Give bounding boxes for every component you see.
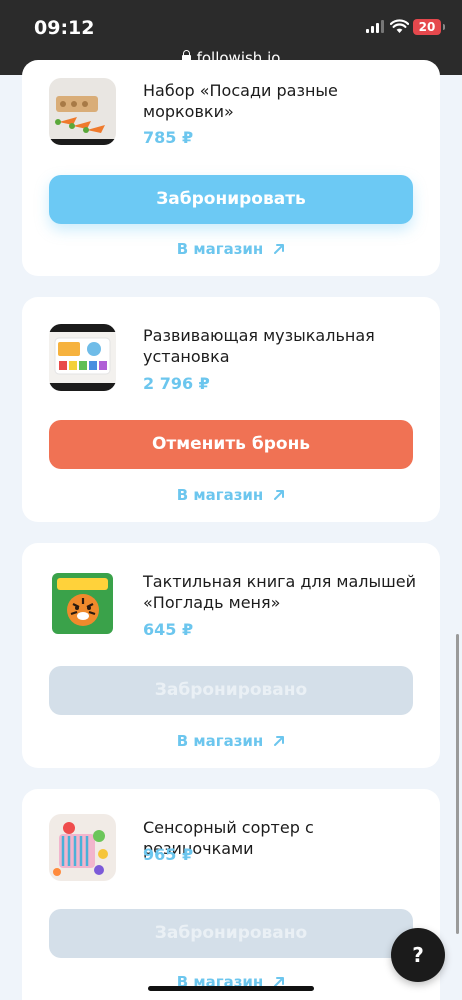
carrot-toy-image	[49, 78, 116, 145]
product-price: 2 796 ₽	[143, 374, 210, 393]
book-image	[49, 570, 116, 637]
product-card: Набор «Посади разные морковки» 785 ₽ Заб…	[22, 60, 440, 276]
shop-link-label: В магазин	[176, 240, 264, 258]
product-card: Сенсорный сортер с резиночками 965 ₽ Заб…	[22, 789, 440, 1000]
arrow-up-right-icon	[274, 490, 285, 500]
product-title[interactable]: Развивающая музыкальная установка	[143, 325, 423, 367]
scrollbar[interactable]	[456, 634, 459, 934]
shop-link[interactable]: В магазин	[22, 486, 440, 504]
battery-indicator: 20	[413, 19, 445, 35]
product-price: 645 ₽	[143, 620, 194, 639]
reserved-button[interactable]: Забронировано	[49, 909, 413, 958]
product-title[interactable]: Набор «Посади разные морковки»	[143, 80, 423, 122]
product-price: 785 ₽	[143, 128, 194, 147]
help-button[interactable]: ?	[391, 928, 445, 982]
sorter-toy-image	[49, 814, 116, 881]
arrow-up-right-icon	[274, 736, 285, 746]
wifi-icon	[390, 19, 409, 33]
arrow-up-right-icon	[274, 244, 285, 254]
music-toy-image	[49, 324, 116, 391]
reserved-button[interactable]: Забронировано	[49, 666, 413, 715]
shop-link-label: В магазин	[176, 486, 264, 504]
cellular-signal-icon	[366, 20, 384, 33]
reserve-button[interactable]: Забронировать	[49, 175, 413, 224]
shop-link[interactable]: В магазин	[22, 732, 440, 750]
product-price: 965 ₽	[143, 845, 194, 864]
shop-link[interactable]: В магазин	[22, 240, 440, 258]
status-time: 09:12	[34, 17, 95, 39]
home-indicator[interactable]	[148, 986, 314, 991]
cancel-reservation-button[interactable]: Отменить бронь	[49, 420, 413, 469]
product-title[interactable]: Тактильная книга для малышей «Погладь ме…	[143, 571, 423, 613]
shop-link-label: В магазин	[176, 732, 264, 750]
product-card: Тактильная книга для малышей «Погладь ме…	[22, 543, 440, 768]
product-card: Развивающая музыкальная установка 2 796 …	[22, 297, 440, 522]
